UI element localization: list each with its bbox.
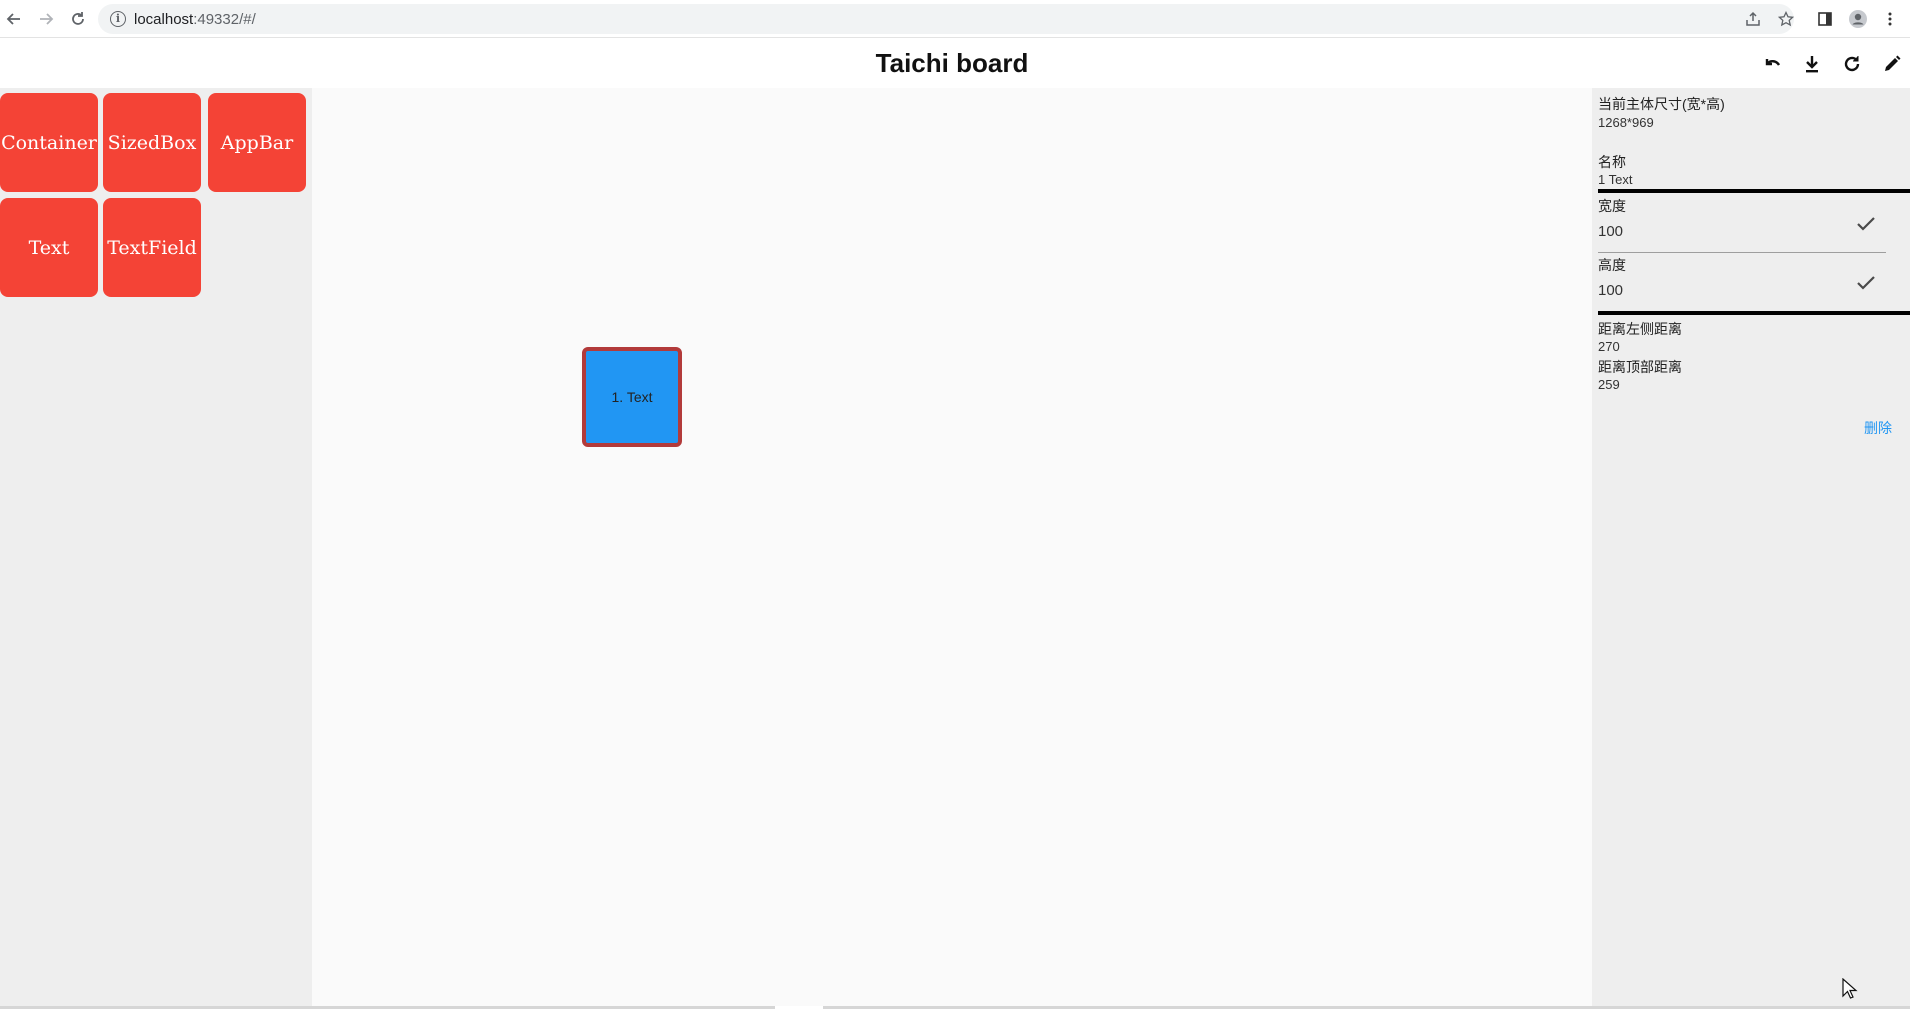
confirm-width-check-icon[interactable] xyxy=(1854,212,1878,236)
width-input-underline xyxy=(1598,252,1886,253)
palette-item-appbar[interactable]: AppBar xyxy=(208,93,306,192)
browser-toolbar: i localhost:49332/#/ xyxy=(0,0,1910,38)
palette-item-sizedbox[interactable]: SizedBox xyxy=(103,93,201,192)
address-bar[interactable]: i localhost:49332/#/ xyxy=(98,4,1794,34)
body-size-value: 1268*969 xyxy=(1598,115,1654,130)
side-panel-icon[interactable] xyxy=(1814,8,1836,30)
height-input[interactable]: 100 xyxy=(1598,282,1623,299)
forward-icon[interactable] xyxy=(34,7,58,31)
back-icon[interactable] xyxy=(2,7,26,31)
app-header: Taichi board xyxy=(0,38,1910,88)
site-info-icon[interactable]: i xyxy=(110,11,126,27)
confirm-height-check-icon[interactable] xyxy=(1854,271,1878,295)
reload-icon[interactable] xyxy=(66,7,90,31)
height-label: 高度 xyxy=(1598,257,1626,273)
divider xyxy=(1598,189,1910,193)
refresh-icon[interactable] xyxy=(1838,50,1866,78)
undo-icon[interactable] xyxy=(1758,50,1786,78)
star-icon[interactable] xyxy=(1775,8,1797,30)
delete-button[interactable]: 删除 xyxy=(1864,418,1892,438)
canvas-widget-text[interactable]: 1. Text xyxy=(582,347,682,447)
mouse-cursor-icon xyxy=(1842,978,1858,999)
properties-panel: 当前主体尺寸(宽*高) 1268*969 名称 1 Text 宽度 100 高度… xyxy=(1592,88,1910,1009)
body-size-label: 当前主体尺寸(宽*高) xyxy=(1598,96,1725,112)
width-input[interactable]: 100 xyxy=(1598,223,1623,240)
palette-item-container[interactable]: Container xyxy=(0,93,98,192)
width-label: 宽度 xyxy=(1598,198,1626,214)
share-icon[interactable] xyxy=(1742,8,1764,30)
name-value: 1 Text xyxy=(1598,172,1633,187)
top-distance-value: 259 xyxy=(1598,377,1620,392)
url-text: localhost:49332/#/ xyxy=(134,11,256,28)
widget-palette: Container SizedBox AppBar Text TextField xyxy=(0,88,312,1009)
name-label: 名称 xyxy=(1598,154,1626,170)
palette-item-text[interactable]: Text xyxy=(0,198,98,297)
page-title: Taichi board xyxy=(875,48,1029,78)
edit-icon[interactable] xyxy=(1878,50,1906,78)
profile-avatar-icon[interactable] xyxy=(1847,8,1869,30)
palette-item-textfield[interactable]: TextField xyxy=(103,198,201,297)
left-distance-label: 距离左侧距离 xyxy=(1598,321,1682,337)
top-distance-label: 距离顶部距离 xyxy=(1598,359,1682,375)
more-menu-icon[interactable] xyxy=(1879,8,1901,30)
divider xyxy=(1598,311,1910,315)
download-icon[interactable] xyxy=(1798,50,1826,78)
left-distance-value: 270 xyxy=(1598,339,1620,354)
url-path: :49332/#/ xyxy=(193,11,256,28)
design-canvas[interactable]: 1. Text xyxy=(312,88,1592,1009)
url-host: localhost xyxy=(134,11,194,28)
